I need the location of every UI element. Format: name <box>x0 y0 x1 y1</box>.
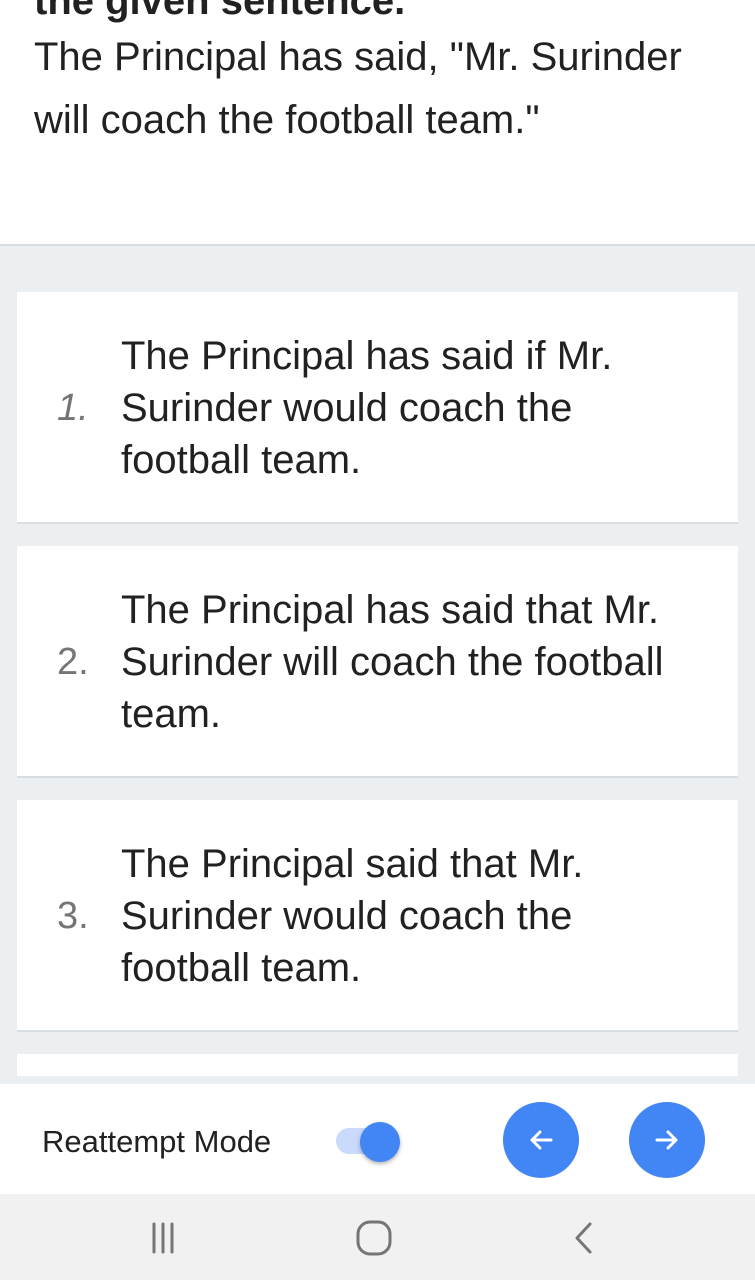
option-3[interactable]: 3. The Principal said that Mr. Surinder … <box>17 800 738 1032</box>
reattempt-mode-label: Reattempt Mode <box>42 1124 272 1159</box>
system-navigation-bar <box>0 1194 755 1280</box>
option-text: The Principal has said if Mr. Surinder w… <box>121 334 613 482</box>
option-text: The Principal said that Mr. Surinder wou… <box>121 842 584 990</box>
back-icon <box>575 1222 592 1254</box>
option-text: The Principal has said that Mr. Surinder… <box>121 588 664 736</box>
recents-icon <box>152 1222 174 1254</box>
bottom-bar: Reattempt Mode <box>0 1084 755 1194</box>
option-number: 3. <box>57 895 89 937</box>
recents-button[interactable] <box>141 1216 185 1260</box>
arrow-right-icon <box>655 1130 678 1150</box>
option-number: 1. <box>57 387 89 429</box>
next-button[interactable] <box>629 1102 705 1178</box>
arrow-left-icon <box>530 1130 553 1150</box>
question-heading: the given sentence. <box>34 0 406 23</box>
option-4-partial[interactable] <box>17 1054 738 1076</box>
option-2[interactable]: 2. The Principal has said that Mr. Surin… <box>17 546 738 778</box>
reattempt-mode-toggle[interactable] <box>336 1122 400 1162</box>
option-1[interactable]: 1. The Principal has said if Mr. Surinde… <box>17 292 738 524</box>
back-button[interactable] <box>563 1216 607 1260</box>
toggle-knob <box>360 1122 400 1162</box>
home-button[interactable] <box>352 1216 396 1260</box>
question-panel: the given sentence. The Principal has sa… <box>0 0 755 246</box>
home-icon <box>356 1220 392 1256</box>
question-text: The Principal has said, "Mr. Surinder wi… <box>34 35 682 142</box>
options-list: 1. The Principal has said if Mr. Surinde… <box>17 292 738 1098</box>
option-number: 2. <box>57 641 89 683</box>
previous-button[interactable] <box>503 1102 579 1178</box>
